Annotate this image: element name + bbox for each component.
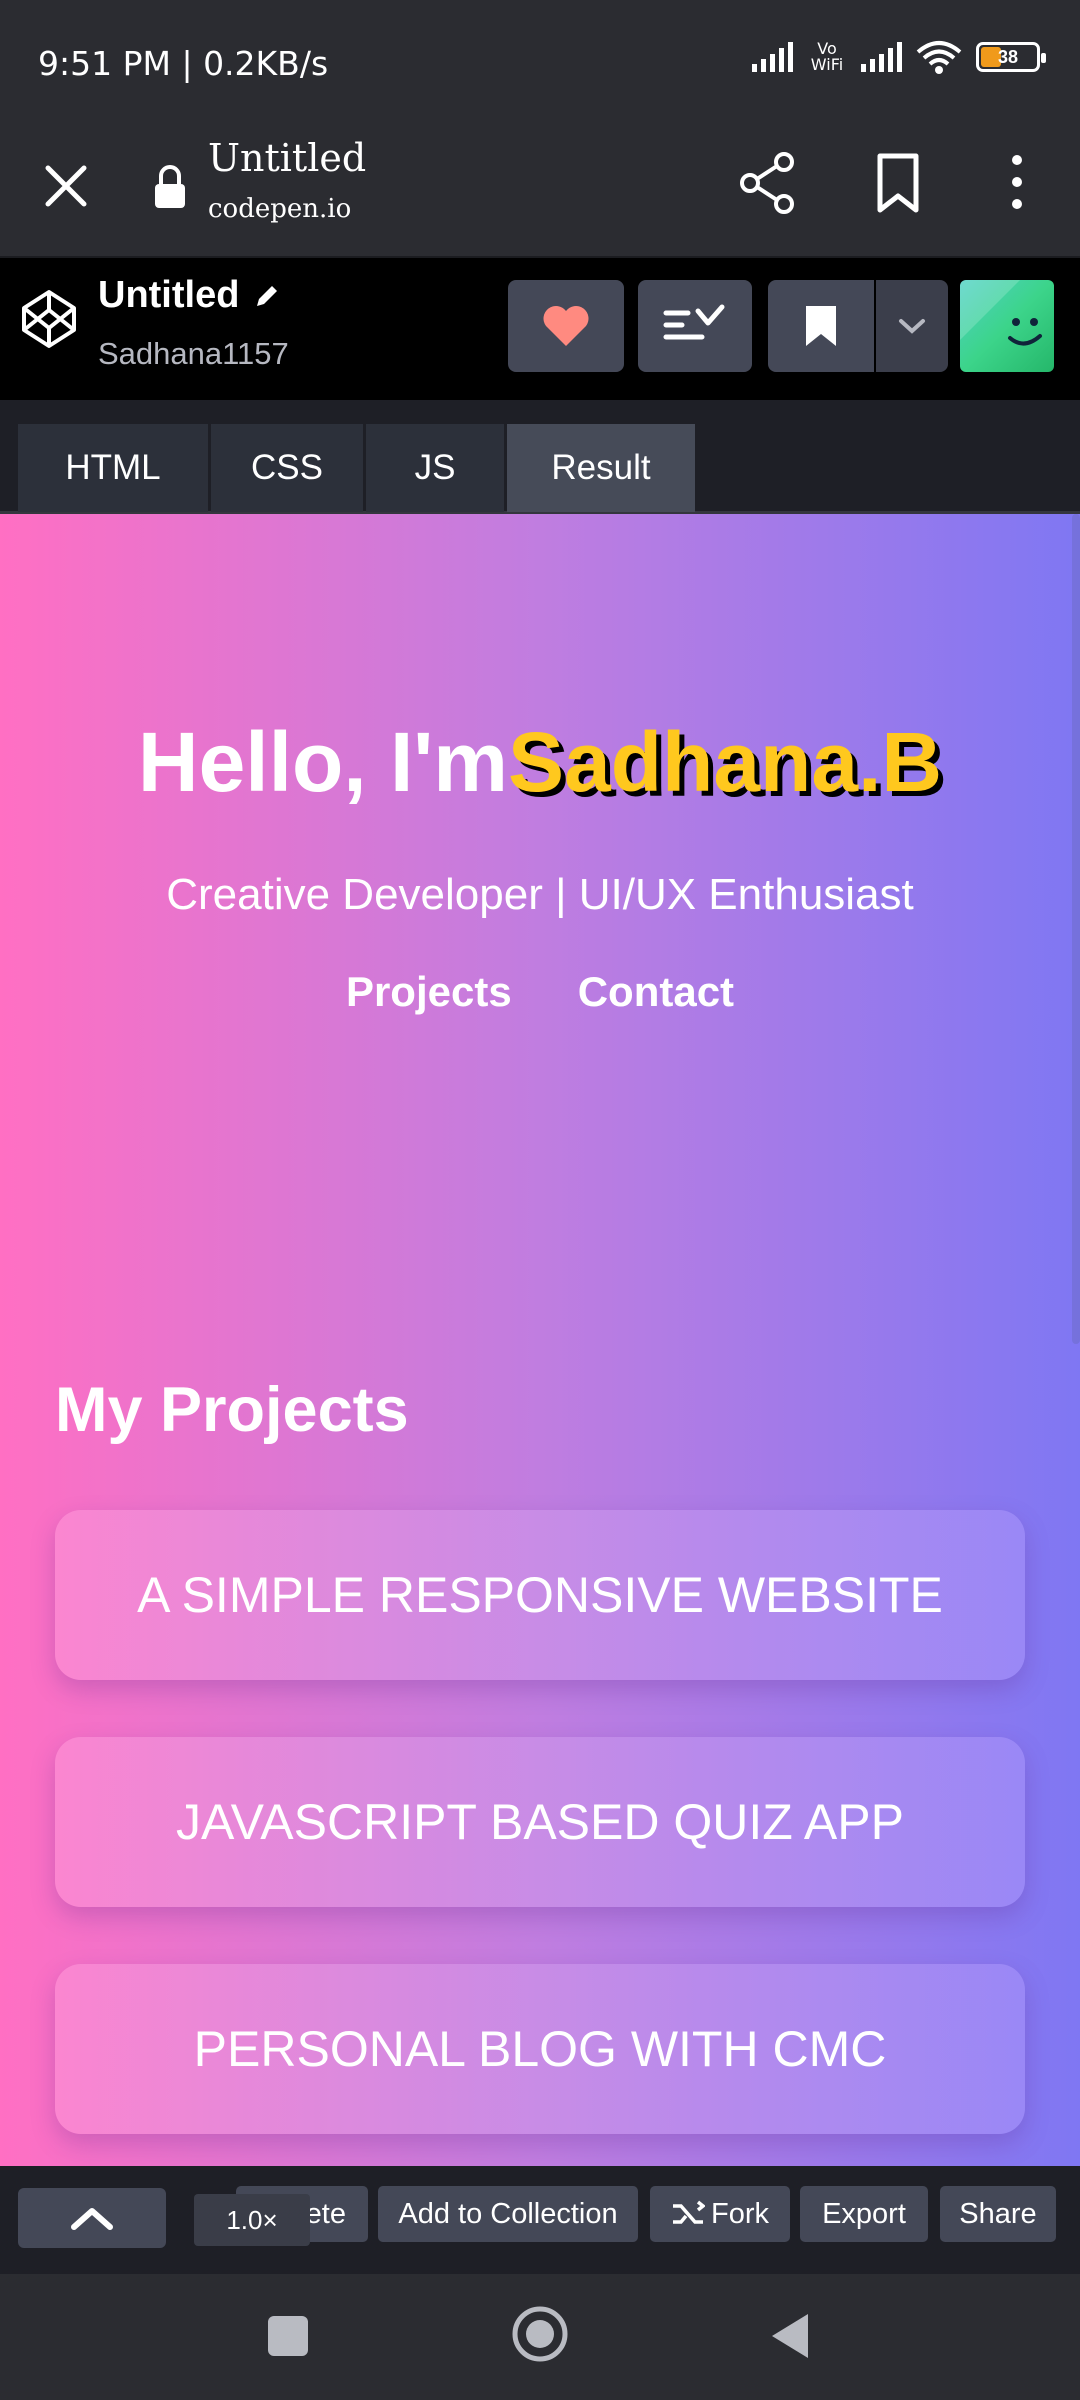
project-card[interactable]: A SIMPLE RESPONSIVE WEBSITE (55, 1510, 1025, 1680)
projects-heading: My Projects (55, 1375, 409, 1445)
more-menu-icon[interactable] (1000, 150, 1034, 214)
chevron-down-icon (899, 319, 925, 334)
hero-title: Hello, I'mSadhana.B (0, 714, 1080, 811)
hero-name: Sadhana.B (507, 715, 943, 809)
vowifi-label: Vo WiFi (810, 39, 844, 74)
codepen-header: Untitled Sadhana1157 (0, 258, 1080, 400)
fork-label: Fork (711, 2197, 769, 2230)
signal-icon (752, 42, 793, 72)
avatar[interactable] (960, 280, 1054, 372)
status-icons: Vo WiFi 38 (752, 39, 1046, 74)
expand-console-button[interactable] (18, 2188, 166, 2248)
back-icon[interactable] (768, 2310, 812, 2362)
editor-tabs: HTML CSS JS Result (0, 400, 1080, 514)
share-button[interactable]: Share (940, 2186, 1056, 2242)
hero-nav: Projects Contact (0, 968, 1080, 1016)
bookmark-filled-icon (806, 306, 836, 346)
status-time: 9:51 PM | 0.2KB/s (38, 44, 329, 83)
browser-url[interactable]: codepen.io (208, 194, 351, 224)
preview-scrollbar[interactable] (1072, 514, 1080, 1344)
project-card[interactable]: PERSONAL BLOG WITH CMC (55, 1964, 1025, 2134)
close-icon[interactable] (38, 158, 94, 214)
hero-greeting: Hello, I'm (137, 715, 508, 809)
bookmark-dropdown-button[interactable] (876, 280, 948, 372)
hero-subtitle: Creative Developer | UI/UX Enthusiast (166, 870, 914, 919)
pen-title[interactable]: Untitled (98, 274, 281, 317)
share-icon[interactable] (738, 152, 796, 214)
browser-bar: Untitled codepen.io (0, 122, 1080, 258)
system-nav-bar (0, 2274, 1080, 2400)
chevron-up-icon (71, 2208, 113, 2230)
tab-result[interactable]: Result (507, 424, 695, 512)
add-to-collection-button[interactable]: Add to Collection (378, 2186, 638, 2242)
save-bookmark-button[interactable] (768, 280, 874, 372)
avatar-face-icon (960, 280, 1042, 346)
browser-page-title: Untitled (208, 136, 367, 180)
heart-icon (543, 306, 589, 346)
nav-link-contact[interactable]: Contact (578, 968, 734, 1016)
like-button[interactable] (508, 280, 624, 372)
battery-icon: 38 (976, 42, 1046, 72)
status-bar: 9:51 PM | 0.2KB/s Vo WiFi 38 (0, 0, 1080, 122)
tab-html[interactable]: HTML (18, 424, 208, 512)
fork-icon (673, 2200, 705, 2224)
layout-icon (663, 304, 725, 340)
export-button[interactable]: Export (800, 2186, 928, 2242)
lock-icon (155, 165, 185, 208)
change-view-button[interactable] (638, 280, 752, 372)
pen-username[interactable]: Sadhana1157 (98, 336, 289, 372)
home-icon[interactable] (510, 2304, 570, 2364)
recents-icon[interactable] (268, 2316, 308, 2356)
result-preview: Hello, I'mSadhana.B Creative Developer |… (0, 514, 1080, 2166)
fork-button[interactable]: Fork (650, 2186, 790, 2242)
action-bar: ete 1.0× Add to Collection Fork Export S… (0, 2166, 1080, 2274)
project-card[interactable]: JAVASCRIPT BASED QUIZ APP (55, 1737, 1025, 1907)
tab-css[interactable]: CSS (211, 424, 363, 512)
signal-icon-2 (861, 42, 902, 72)
pencil-icon[interactable] (253, 282, 281, 310)
bookmark-icon[interactable] (872, 152, 924, 214)
wifi-icon (916, 41, 962, 74)
nav-link-projects[interactable]: Projects (346, 968, 512, 1016)
pen-title-text: Untitled (98, 274, 240, 316)
codepen-logo-icon[interactable] (20, 288, 78, 350)
tab-js[interactable]: JS (366, 424, 504, 512)
zoom-level[interactable]: 1.0× (194, 2194, 310, 2246)
